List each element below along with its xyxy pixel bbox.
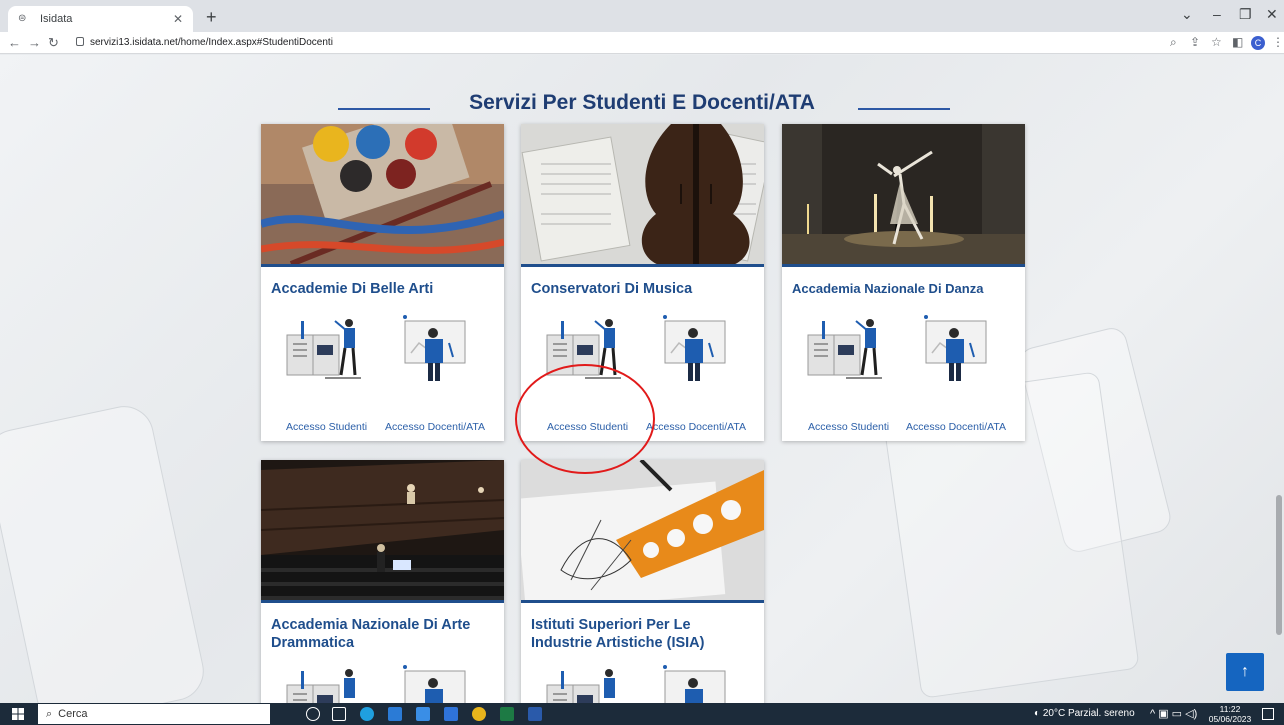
close-window-icon[interactable]: ✕ xyxy=(1266,6,1278,23)
card-isia: Istituti Superiori Per Le Industrie Arti… xyxy=(521,460,764,703)
notifications-icon[interactable] xyxy=(1262,708,1274,720)
windows-taskbar: ⌕ Cerca ◐ 20°C Parzial. sereno ^ ▣ ▭ ◁) … xyxy=(0,703,1284,725)
accesso-docenti-link[interactable]: Accesso Docenti/ATA xyxy=(385,421,485,433)
weather-icon: ◐ xyxy=(1034,708,1043,719)
card-danza: Accademia Nazionale Di Danza Accesso Stu… xyxy=(782,124,1025,441)
search-placeholder: Cerca xyxy=(58,708,88,720)
tab-search-icon[interactable]: ⌄ xyxy=(1181,6,1193,23)
store-icon[interactable] xyxy=(416,707,430,721)
teacher-board-icon xyxy=(403,315,466,381)
card-title: Accademia Nazionale Di Danza xyxy=(792,281,984,296)
page-viewport: Servizi Per Studenti E Docenti/ATA Accad… xyxy=(0,55,1284,703)
weather-widget[interactable]: ◐ 20°C Parzial. sereno xyxy=(1034,708,1135,719)
card-title: Accademie Di Belle Arti xyxy=(271,281,434,297)
close-tab-icon[interactable]: ✕ xyxy=(173,12,183,26)
teacher-board-icon xyxy=(403,665,466,703)
title-line-left xyxy=(338,108,430,110)
accesso-studenti-link[interactable]: Accesso Studenti xyxy=(286,421,367,433)
new-tab-button[interactable]: + xyxy=(206,7,217,28)
address-bar: ← → ↻ servizi13.isidata.net/home/Index.a… xyxy=(0,32,1284,54)
weather-text: 20°C Parzial. sereno xyxy=(1042,708,1135,719)
file-explorer-icon[interactable] xyxy=(388,707,402,721)
accesso-docenti-link[interactable]: Accesso Docenti/ATA xyxy=(646,421,746,433)
system-tray-icons[interactable]: ^ ▣ ▭ ◁) xyxy=(1150,707,1197,720)
accesso-docenti-link[interactable]: Accesso Docenti/ATA xyxy=(906,421,1006,433)
bookmark-star-icon[interactable]: ☆ xyxy=(1211,35,1222,49)
card-image-theatre xyxy=(261,460,504,603)
student-reading-icon xyxy=(807,319,882,379)
card-image-dancers xyxy=(782,124,1025,267)
student-reading-icon xyxy=(286,669,355,703)
forward-icon[interactable]: → xyxy=(28,35,41,50)
url-field[interactable]: servizi13.isidata.net/home/Index.aspx#St… xyxy=(90,37,333,48)
background-keyboard xyxy=(0,400,210,703)
page-scrollbar[interactable] xyxy=(1274,55,1282,703)
site-favicon-icon: ⊜ xyxy=(18,13,27,24)
clock-date: 05/06/2023 xyxy=(1208,714,1252,724)
search-icon: ⌕ xyxy=(46,707,53,720)
accesso-studenti-link[interactable]: Accesso Studenti xyxy=(808,421,889,433)
card-image-paints xyxy=(261,124,504,267)
scroll-to-top-button[interactable]: ↑ xyxy=(1226,653,1264,691)
lock-icon[interactable] xyxy=(76,37,84,46)
section-title: Servizi Per Studenti E Docenti/ATA xyxy=(469,91,815,114)
red-highlight-circle xyxy=(515,364,655,474)
chrome-icon[interactable] xyxy=(472,707,486,721)
back-icon[interactable]: ← xyxy=(8,35,21,50)
title-line-right xyxy=(858,108,950,110)
card-belle-arti: Accademie Di Belle Arti Accesso Studenti… xyxy=(261,124,504,441)
teacher-board-icon xyxy=(924,315,987,381)
card-arte-drammatica: Accademia Nazionale Di Arte Drammatica xyxy=(261,460,504,703)
tab-title: Isidata xyxy=(40,13,73,25)
taskbar-search-box[interactable]: ⌕ Cerca xyxy=(38,704,270,724)
share-icon[interactable]: ⇪ xyxy=(1190,35,1200,49)
card-title: Istituti Superiori Per Le Industrie Arti… xyxy=(531,617,705,651)
scrollbar-thumb[interactable] xyxy=(1276,495,1282,635)
mail-icon[interactable] xyxy=(444,707,458,721)
restore-window-icon[interactable]: ❐ xyxy=(1239,6,1252,23)
reload-icon[interactable]: ↻ xyxy=(48,35,59,51)
card-title: Conservatori Di Musica xyxy=(531,281,693,297)
edge-icon[interactable] xyxy=(360,707,374,721)
browser-tab[interactable]: ⊜ Isidata ✕ xyxy=(8,6,193,32)
word-icon[interactable] xyxy=(528,707,542,721)
zoom-icon[interactable]: ⌕ xyxy=(1170,35,1177,50)
task-view-icon[interactable] xyxy=(332,707,346,721)
teacher-board-icon xyxy=(663,665,726,703)
card-image-design xyxy=(521,460,764,603)
card-image-violin xyxy=(521,124,764,267)
minimize-window-icon[interactable]: – xyxy=(1213,6,1221,22)
card-title: Accademia Nazionale Di Arte Drammatica xyxy=(271,617,471,651)
profile-avatar[interactable]: C xyxy=(1251,36,1265,50)
menu-dots-icon[interactable]: ⋮ xyxy=(1272,35,1284,49)
browser-tab-bar: ⊜ Isidata ✕ + ⌄ – ❐ ✕ xyxy=(0,0,1284,32)
excel-icon[interactable] xyxy=(500,707,514,721)
teacher-board-icon xyxy=(663,315,726,381)
clock-time: 11:22 xyxy=(1219,704,1241,714)
student-reading-icon xyxy=(286,319,361,379)
student-reading-icon xyxy=(546,669,615,703)
cortana-icon[interactable] xyxy=(306,707,320,721)
arrow-up-icon: ↑ xyxy=(1241,663,1249,680)
taskbar-clock[interactable]: 11:22 05/06/2023 xyxy=(1208,704,1252,724)
side-panel-icon[interactable]: ◧ xyxy=(1232,35,1243,49)
windows-start-icon[interactable] xyxy=(12,708,24,720)
